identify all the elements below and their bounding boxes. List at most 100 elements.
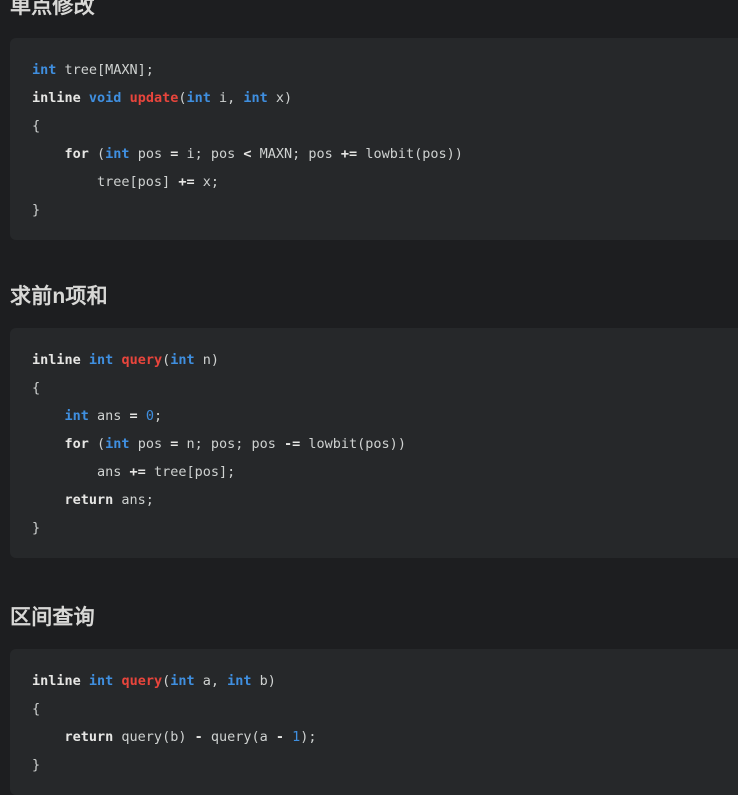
- code-token-plain: {: [32, 701, 41, 717]
- section-range-query: 区间查询 inline int query(int a, int b){ ret…: [0, 605, 738, 795]
- section-single-point-update: 单点修改 int tree[MAXN]; inline void update(i…: [0, 0, 738, 240]
- code-token-number: 0: [145, 408, 154, 424]
- code-token-func: query: [121, 673, 163, 689]
- code-token-op: +=: [129, 464, 146, 480]
- code-token-op: <: [243, 146, 252, 162]
- code-token-op: -: [194, 729, 203, 745]
- code-token-op: -: [275, 729, 285, 745]
- code-line: for (int pos = n; pos; pos -= lowbit(pos…: [32, 430, 726, 458]
- code-token-plain: ans: [32, 464, 130, 480]
- code-token-plain: query(b): [113, 729, 195, 745]
- code-token-op: +=: [340, 146, 358, 162]
- code-token-keyword: inline: [32, 90, 81, 106]
- code-token-keyword: inline: [32, 673, 81, 689]
- code-line: return ans;: [32, 486, 726, 514]
- code-token-plain: n; pos; pos: [178, 436, 285, 452]
- code-token-type: int: [186, 90, 211, 106]
- code-token-plain: query(a: [202, 729, 276, 745]
- code-token-plain: x): [267, 90, 293, 106]
- code-token-plain: i,: [210, 90, 244, 106]
- code-token-plain: (: [88, 146, 106, 162]
- code-line: int ans = 0;: [32, 402, 726, 430]
- code-content-2: inline int query(int n) { int ans = 0; fo…: [10, 346, 738, 542]
- code-token-type: void: [88, 90, 122, 106]
- code-content-1: int tree[MAXN]; inline void update(int i,…: [10, 56, 738, 224]
- code-token-plain: }: [32, 757, 41, 773]
- section-prefix-sum: 求前n项和 inline int query(int n) { int ans =…: [0, 284, 738, 558]
- code-line: {: [32, 374, 726, 402]
- code-block-3[interactable]: inline int query(int a, int b){ return q…: [10, 649, 738, 795]
- code-token-plain: ans: [88, 408, 130, 424]
- code-token-plain: tree[pos]: [32, 174, 179, 190]
- code-token-plain: pos: [129, 436, 171, 452]
- code-line: {: [32, 112, 726, 140]
- code-line: }: [32, 514, 726, 542]
- code-token-plain: n): [194, 352, 220, 368]
- code-token-plain: i; pos: [178, 146, 244, 162]
- code-block-1[interactable]: int tree[MAXN]; inline void update(int i,…: [10, 38, 738, 240]
- code-token-plain: }: [32, 520, 41, 536]
- code-token-type: int: [32, 62, 57, 78]
- code-line: inline int query(int n): [32, 346, 726, 374]
- code-line: for (int pos = i; pos < MAXN; pos += low…: [32, 140, 726, 168]
- code-token-type: int: [88, 673, 114, 689]
- code-line: }: [32, 196, 726, 224]
- code-token-plain: (: [162, 673, 171, 689]
- code-token-op: =: [129, 408, 138, 424]
- code-line: ans += tree[pos];: [32, 458, 726, 486]
- code-token-plain: );: [300, 729, 317, 745]
- code-line: {: [32, 695, 726, 723]
- code-token-keyword: return: [64, 729, 114, 745]
- code-token-func: update: [129, 90, 179, 106]
- code-line: int tree[MAXN];: [32, 56, 726, 84]
- page-title: 单点修改: [10, 0, 95, 18]
- code-token-plain: (: [162, 352, 171, 368]
- code-token-type: int: [170, 352, 195, 368]
- code-token-plain: }: [32, 202, 41, 218]
- code-line: inline int query(int a, int b): [32, 667, 726, 695]
- code-token-plain: ans;: [113, 492, 154, 508]
- section-heading-prefix-sum: 求前n项和: [10, 285, 108, 308]
- code-line: tree[pos] += x;: [32, 168, 726, 196]
- code-token-plain: {: [32, 380, 41, 396]
- code-token-plain: {: [32, 118, 41, 134]
- code-token-op: -=: [284, 436, 301, 452]
- code-line: return query(b) - query(a - 1);: [32, 723, 726, 751]
- code-block-2[interactable]: inline int query(int n) { int ans = 0; fo…: [10, 328, 738, 558]
- code-token-plain: lowbit(pos)): [357, 146, 463, 162]
- code-token-keyword: return: [64, 492, 114, 508]
- code-token-type: int: [243, 90, 268, 106]
- code-token-plain: a,: [194, 673, 228, 689]
- code-token-plain: lowbit(pos)): [300, 436, 406, 452]
- code-token-plain: tree[pos];: [145, 464, 236, 480]
- code-token-op: +=: [178, 174, 195, 190]
- code-token-type: int: [170, 673, 195, 689]
- section-heading-range-query: 区间查询: [10, 606, 95, 629]
- code-content-3: inline int query(int a, int b){ return q…: [10, 667, 738, 779]
- code-token-type: int: [88, 352, 114, 368]
- code-token-plain: tree[MAXN];: [56, 62, 154, 78]
- code-token-keyword: for: [64, 146, 89, 162]
- code-token-plain: x;: [194, 174, 219, 190]
- code-token-plain: MAXN; pos: [251, 146, 341, 162]
- code-token-keyword: for: [64, 436, 89, 452]
- code-token-plain: (: [178, 90, 187, 106]
- code-token-plain: pos: [129, 146, 171, 162]
- code-token-plain: b): [251, 673, 276, 689]
- code-line: inline void update(int i, int x): [32, 84, 726, 112]
- code-line: }: [32, 751, 726, 779]
- code-token-type: int: [227, 673, 252, 689]
- code-token-func: query: [121, 352, 163, 368]
